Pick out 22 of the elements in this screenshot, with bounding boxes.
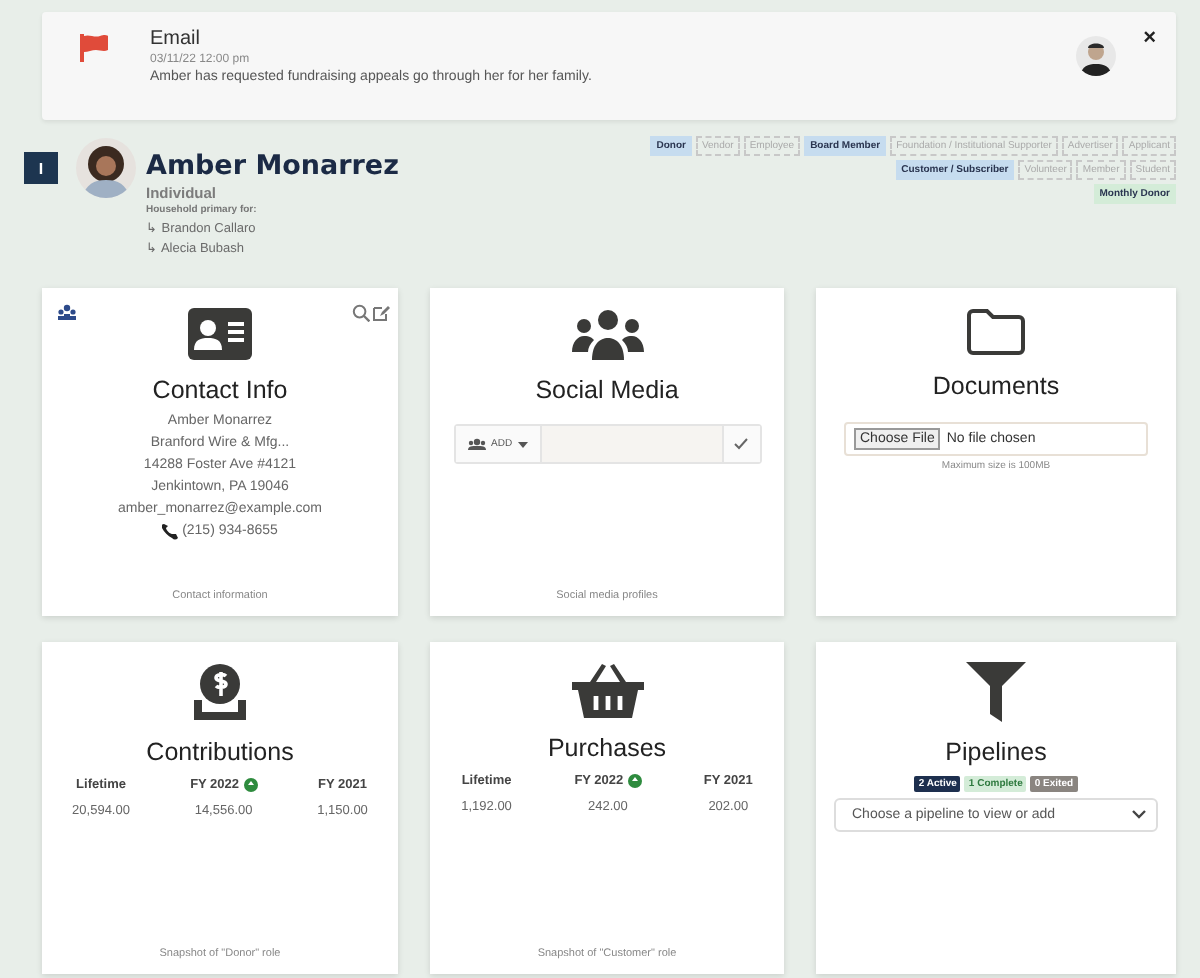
basket-icon: [571, 662, 643, 718]
filter-icon: [966, 662, 1026, 722]
contact-type-badge: I: [24, 152, 58, 184]
card-title: Contributions: [146, 738, 294, 766]
folder-icon: [966, 308, 1026, 356]
search-icon[interactable]: [352, 304, 370, 322]
users-icon: [571, 308, 643, 360]
card-title: Contact Info: [152, 376, 288, 404]
close-button[interactable]: ×: [1143, 28, 1156, 50]
card-title: Social Media: [535, 376, 679, 404]
contact-card-icon: [188, 308, 252, 360]
card-title: Purchases: [547, 734, 667, 762]
phone-icon: [162, 523, 179, 539]
card-title: Pipelines: [945, 738, 1047, 766]
notification-title: Email: [150, 28, 203, 50]
edit-icon[interactable]: [372, 304, 390, 322]
flag-icon: [78, 34, 110, 62]
card-title: Documents: [932, 372, 1060, 400]
org-chart-icon[interactable]: [58, 304, 76, 320]
contact-name: Amber Monarrez: [146, 150, 399, 182]
coin-deposit-icon: [190, 662, 250, 722]
chevron-down-icon: [1132, 810, 1146, 820]
